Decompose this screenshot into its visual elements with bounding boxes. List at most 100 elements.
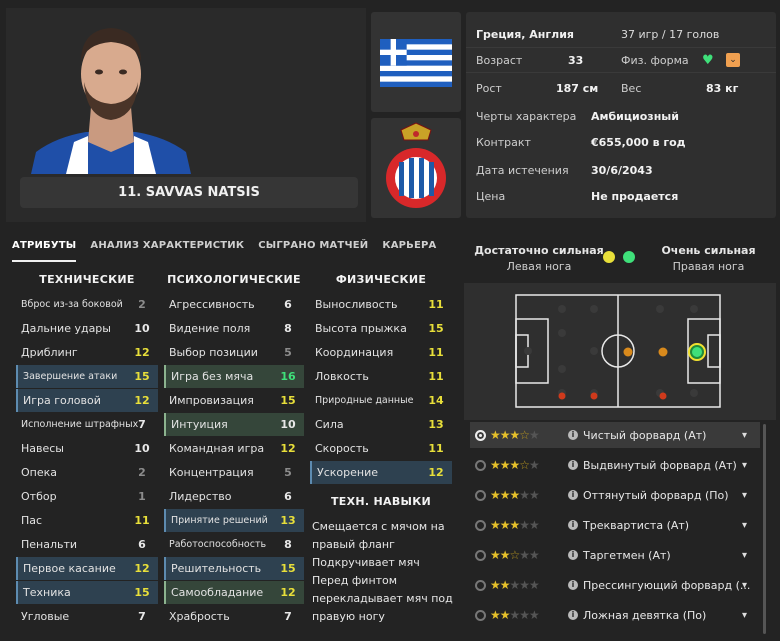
attribute-row[interactable]: Ускорение 12 (310, 461, 452, 484)
attribute-name: Игра головой (23, 394, 101, 407)
tab-matches[interactable]: СЫГРАНО МАТЧЕЙ (258, 240, 368, 262)
attribute-name: Концентрация (169, 466, 254, 479)
tech-skills-header: ТЕХН. НАВЫКИ (330, 495, 431, 508)
info-icon[interactable]: i (568, 460, 578, 470)
info-icon[interactable]: i (568, 490, 578, 500)
attribute-row[interactable]: Угловые 7 (16, 605, 158, 628)
attribute-row[interactable]: Концентрация 5 (164, 461, 304, 484)
chevron-down-icon[interactable]: ▾ (742, 430, 747, 441)
attribute-row[interactable]: Пенальти 6 (16, 533, 158, 556)
attribute-row[interactable]: Видение поля 8 (164, 317, 304, 340)
attribute-row[interactable]: Работоспособность 8 (164, 533, 304, 556)
attribute-value: 13 (280, 514, 296, 527)
role-radio[interactable] (475, 429, 486, 441)
attribute-row[interactable]: Самообладание 12 (164, 581, 304, 604)
chevron-down-icon[interactable]: ▾ (742, 610, 747, 621)
attribute-row[interactable]: Сила 13 (310, 413, 452, 436)
role-radio[interactable] (475, 579, 486, 591)
chevron-down-icon[interactable]: ▾ (742, 580, 747, 591)
info-icon[interactable]: i (568, 580, 578, 590)
role-row[interactable]: ★★★☆★ i Выдвинутый форвард (Ат) ▾ (470, 452, 760, 478)
attribute-value: 12 (428, 466, 444, 479)
role-row[interactable]: ★★★★★ i Треквартиста (Ат) ▾ (470, 512, 760, 538)
tab-analysis[interactable]: АНАЛИЗ ХАРАКТЕРИСТИК (90, 240, 244, 262)
attribute-name: Пенальти (21, 538, 78, 551)
attribute-row[interactable]: Опека 2 (16, 461, 158, 484)
role-name: Прессингующий форвард (... (583, 578, 751, 592)
attribute-row[interactable]: Игра без мяча 16 (164, 365, 304, 388)
attribute-row[interactable]: Первое касание 12 (16, 557, 158, 580)
attribute-row[interactable]: Игра головой 12 (16, 389, 158, 412)
attribute-row[interactable]: Дриблинг 12 (16, 341, 158, 364)
attribute-name: Игра без мяча (171, 370, 254, 383)
attribute-row[interactable]: Координация 11 (310, 341, 452, 364)
info-icon[interactable]: i (568, 610, 578, 620)
role-stars-icon: ★★★☆★ (490, 428, 540, 442)
status-chevron-icon[interactable]: ⌄ (726, 53, 740, 67)
attribute-row[interactable]: Завершение атаки 15 (16, 365, 158, 388)
role-radio[interactable] (475, 489, 486, 501)
role-row[interactable]: ★★★★★ i Оттянутый форвард (По) ▾ (470, 482, 760, 508)
attribute-row[interactable]: Природные данные 14 (310, 389, 452, 412)
info-icon[interactable]: i (568, 550, 578, 560)
role-radio[interactable] (475, 459, 486, 471)
attribute-row[interactable]: Выбор позиции 5 (164, 341, 304, 364)
attribute-row[interactable]: Вброс из-за боковой 2 (16, 293, 158, 316)
info-icon[interactable]: i (568, 430, 578, 440)
personality-row: Черты характера Амбициозный (466, 104, 776, 128)
attribute-name: Самообладание (171, 586, 264, 599)
role-list-scrollbar[interactable] (763, 424, 766, 634)
attribute-value: 11 (428, 370, 444, 383)
attribute-row[interactable]: Импровизация 15 (164, 389, 304, 412)
tab-attributes[interactable]: АТРИБУТЫ (12, 240, 77, 262)
attribute-row[interactable]: Исполнение штрафных 7 (16, 413, 158, 436)
attribute-value: 12 (280, 586, 296, 599)
attribute-name: Исполнение штрафных (21, 419, 139, 430)
attribute-row[interactable]: Отбор 1 (16, 485, 158, 508)
right-foot-dot (623, 251, 635, 263)
attribute-value: 2 (138, 466, 146, 479)
info-icon[interactable]: i (568, 520, 578, 530)
attribute-row[interactable]: Дальние удары 10 (16, 317, 158, 340)
attribute-row[interactable]: Высота прыжка 15 (310, 317, 452, 340)
left-foot-dot (603, 251, 615, 263)
role-stars-icon: ★★★★★ (490, 578, 540, 592)
chevron-down-icon[interactable]: ▾ (742, 460, 747, 471)
chevron-down-icon[interactable]: ▾ (742, 490, 747, 501)
role-name: Треквартиста (Ат) (583, 518, 690, 532)
attribute-name: Техника (23, 586, 71, 599)
attribute-row[interactable]: Командная игра 12 (164, 437, 304, 460)
player-portrait (26, 12, 196, 174)
role-row[interactable]: ★★☆★★ i Таргетмен (Ат) ▾ (470, 542, 760, 568)
role-radio[interactable] (475, 519, 486, 531)
attribute-row[interactable]: Техника 15 (16, 581, 158, 604)
attribute-name: Природные данные (315, 395, 414, 406)
attribute-name: Решительность (171, 562, 262, 575)
role-row[interactable]: ★★★☆★ i Чистый форвард (Ат) ▾ (470, 422, 760, 448)
nationality-row: Греция, Англия 37 игр / 17 голов (466, 22, 776, 46)
attribute-row[interactable]: Пас 11 (16, 509, 158, 532)
attribute-row[interactable]: Интуиция 10 (164, 413, 304, 436)
role-name: Выдвинутый форвард (Ат) (583, 458, 737, 472)
attribute-row[interactable]: Принятие решений 13 (164, 509, 304, 532)
role-radio[interactable] (475, 549, 486, 561)
attribute-row[interactable]: Агрессивность 6 (164, 293, 304, 316)
attribute-row[interactable]: Выносливость 11 (310, 293, 452, 316)
role-row[interactable]: ★★★★★ i Прессингующий форвард (... ▾ (470, 572, 760, 598)
chevron-down-icon[interactable]: ▾ (742, 550, 747, 561)
attribute-row[interactable]: Решительность 15 (164, 557, 304, 580)
nation-flag-box (371, 12, 461, 112)
attribute-value: 8 (284, 322, 292, 335)
attribute-value: 5 (284, 466, 292, 479)
attribute-row[interactable]: Храбрость 7 (164, 605, 304, 628)
tab-career[interactable]: КАРЬЕРА (382, 240, 436, 262)
attribute-row[interactable]: Навесы 10 (16, 437, 158, 460)
role-stars-icon: ★★★★★ (490, 608, 540, 622)
role-row[interactable]: ★★★★★ i Ложная девятка (По) ▾ (470, 602, 760, 628)
attribute-row[interactable]: Ловкость 11 (310, 365, 452, 388)
role-radio[interactable] (475, 609, 486, 621)
age-label: Возраст (476, 53, 523, 67)
chevron-down-icon[interactable]: ▾ (742, 520, 747, 531)
attribute-row[interactable]: Скорость 11 (310, 437, 452, 460)
attribute-row[interactable]: Лидерство 6 (164, 485, 304, 508)
